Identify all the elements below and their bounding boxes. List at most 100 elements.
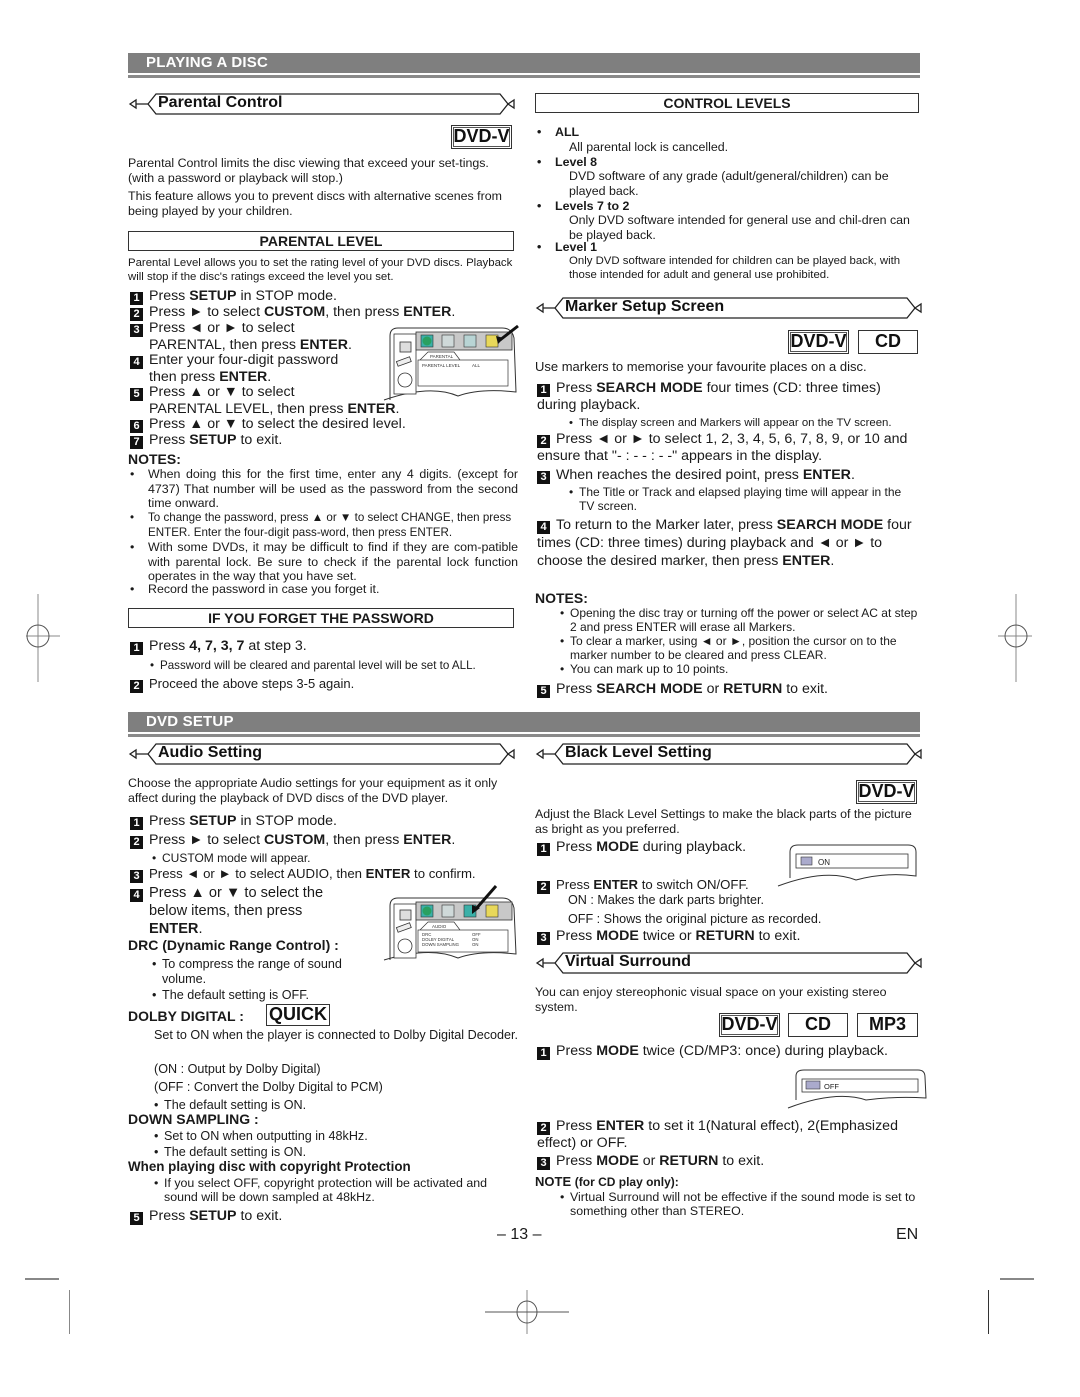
marker-step-3-note: The Title or Track and elapsed playing t… bbox=[569, 485, 914, 513]
virtual-surround-step-3: 3 Press MODE or RETURN to exit. bbox=[537, 1153, 922, 1170]
marker-step-1-note: The display screen and Markers will appe… bbox=[569, 416, 929, 430]
marker-note: Opening the disc tray or turning off the… bbox=[560, 606, 920, 634]
heading-text: Parental Control bbox=[158, 94, 283, 111]
osd-audio-menu: AUDIO DRC OFF DOLBY DIGITAL ON DOWN SAMP… bbox=[380, 882, 520, 962]
heading-black-level: Black Level Setting bbox=[535, 742, 923, 766]
badge-dvd-v: DVD-V bbox=[856, 780, 917, 804]
control-levels-list: ALL All parental lock is cancelled. Leve… bbox=[535, 125, 920, 287]
black-level-intro: Adjust the Black Level Settings to make … bbox=[535, 807, 912, 836]
parental-step-6: 6 Press ▲ or ▼ to select the desired leve… bbox=[130, 416, 520, 433]
osd-tab-label: AUDIO bbox=[432, 924, 447, 929]
parental-note: With some DVDs, it may be difficult to f… bbox=[128, 540, 518, 584]
marker-step-2: 2 Press ◄ or ► to select 1, 2, 3, 4, 5, 6… bbox=[537, 431, 908, 464]
heading-dolby-digital: DOLBY DIGITAL : bbox=[128, 1008, 244, 1024]
parental-note: Record the password in case you forget i… bbox=[128, 582, 518, 597]
osd-parental-menu: PARENTAL PARENTAL LEVEL ALL bbox=[380, 322, 520, 402]
black-level-on-desc: ON : Makes the dark parts brighter. bbox=[568, 893, 764, 907]
notes-heading: NOTES: bbox=[535, 590, 588, 606]
registration-mark-left bbox=[22, 592, 62, 684]
control-level-item: ALL All parental lock is cancelled. bbox=[535, 125, 920, 155]
crop-mark bbox=[25, 1278, 59, 1280]
osd-tab-label: PARENTAL bbox=[430, 354, 454, 359]
badge-dvd-v: DVD-V bbox=[451, 125, 512, 149]
osd-black-level-value: ON bbox=[818, 858, 830, 867]
marker-step-3: 3 When reaches the desired point, press E… bbox=[537, 467, 917, 484]
notes-heading: NOTES: bbox=[128, 451, 181, 467]
black-level-step-2: 2 Press ENTER to switch ON/OFF. bbox=[537, 877, 917, 894]
osd-virtual-surround: OFF bbox=[786, 1068, 928, 1110]
audio-step-4: 4 Press ▲ or ▼ to select the below items, … bbox=[130, 884, 380, 938]
black-level-off-desc: OFF : Shows the original picture as reco… bbox=[568, 912, 822, 926]
page-number: – 13 – bbox=[497, 1226, 542, 1243]
audio-step-2-note: CUSTOM mode will appear. bbox=[152, 851, 512, 865]
down-sampling-note: Set to ON when outputting in 48kHz. bbox=[154, 1129, 520, 1143]
language-label: EN bbox=[896, 1226, 919, 1243]
badge-dvd-v: DVD-V bbox=[719, 1013, 780, 1037]
registration-mark-bottom bbox=[482, 1290, 572, 1336]
heading-text: Virtual Surround bbox=[565, 953, 691, 970]
heading-audio-setting: Audio Setting bbox=[128, 742, 516, 766]
heading-text: Marker Setup Screen bbox=[565, 298, 725, 315]
marker-step-1: 1 Press SEARCH MODE four times (CD: three… bbox=[537, 380, 881, 413]
osd-row-value: ON bbox=[472, 942, 478, 947]
drc-note: To compress the range of sound volume. bbox=[152, 957, 372, 986]
badge-cd: CD bbox=[788, 1013, 848, 1037]
heading-down-sampling: DOWN SAMPLING : bbox=[128, 1111, 259, 1127]
parental-note: To change the password, press ▲ or ▼ to … bbox=[128, 511, 520, 540]
marker-step-4: 4 To return to the Marker later, press SE… bbox=[537, 517, 912, 569]
parental-note: When doing this for the first time, ente… bbox=[128, 467, 518, 511]
crop-mark bbox=[69, 1290, 70, 1334]
heading-forget-password: IF YOU FORGET THE PASSWORD bbox=[128, 608, 514, 628]
virtual-surround-intro: You can enjoy stereophonic visual space … bbox=[535, 985, 887, 1014]
forget-step-1-note: Password will be cleared and parental le… bbox=[150, 659, 520, 673]
heading-marker-setup: Marker Setup Screen bbox=[535, 296, 923, 320]
badge-cd: CD bbox=[858, 330, 918, 354]
copyright-note: If you select OFF, copyright protection … bbox=[154, 1176, 520, 1204]
badge-quick: QUICK bbox=[266, 1004, 330, 1026]
drc-note: The default setting is OFF. bbox=[152, 988, 372, 1002]
dolby-text: Set to ON when the player is connected t… bbox=[154, 1028, 519, 1042]
heading-copyright-protection: When playing disc with copyright Protect… bbox=[128, 1159, 411, 1174]
section-title: PLAYING A DISC bbox=[146, 54, 268, 71]
crop-mark bbox=[988, 1290, 989, 1334]
badge-dvd-v: DVD-V bbox=[788, 330, 849, 354]
audio-intro: Choose the appropriate Audio settings fo… bbox=[128, 776, 498, 805]
parental-intro-1: Parental Control limits the disc viewing… bbox=[128, 156, 489, 185]
audio-step-5: 5 Press SETUP to exit. bbox=[130, 1208, 520, 1225]
marker-step-5: 5 Press SEARCH MODE or RETURN to exit. bbox=[537, 681, 917, 698]
dolby-on: (ON : Output by Dolby Digital) bbox=[154, 1062, 321, 1076]
crop-mark bbox=[1000, 1278, 1034, 1280]
section-bar-dvd-setup: DVD SETUP bbox=[128, 712, 920, 737]
parental-step-2: 2 Press ► to select CUSTOM, then press EN… bbox=[130, 304, 520, 321]
dolby-off: (OFF : Convert the Dolby Digital to PCM) bbox=[154, 1080, 383, 1094]
black-level-step-1: 1 Press MODE during playback. bbox=[537, 839, 787, 856]
osd-row-label: DOWN SAMPLING bbox=[422, 942, 460, 947]
heading-text: Black Level Setting bbox=[565, 744, 712, 761]
audio-step-2: 2 Press ► to select CUSTOM, then press EN… bbox=[130, 832, 520, 849]
audio-step-3: 3 Press ◄ or ► to select AUDIO, then ENTE… bbox=[130, 866, 520, 883]
parental-intro-2: This feature allows you to prevent discs… bbox=[128, 189, 502, 218]
heading-parental-control: Parental Control bbox=[128, 92, 516, 116]
dolby-default: The default setting is ON. bbox=[154, 1098, 520, 1112]
virtual-surround-note: Virtual Surround will not be effective i… bbox=[560, 1190, 920, 1218]
osd-row-label: PARENTAL LEVEL bbox=[422, 363, 461, 368]
marker-intro: Use markers to memorise your favourite p… bbox=[535, 359, 867, 374]
forget-step-2: 2 Proceed the above steps 3-5 again. bbox=[130, 676, 520, 693]
marker-note: You can mark up to 10 points. bbox=[560, 662, 920, 676]
parental-step-1: 1 Press SETUP in STOP mode. bbox=[130, 288, 520, 305]
marker-note: To clear a marker, using ◄ or ►, positio… bbox=[560, 634, 920, 662]
osd-virtual-surround-value: OFF bbox=[824, 1082, 839, 1091]
parental-level-text: Parental Level allows you to set the rat… bbox=[128, 257, 513, 283]
section-title: DVD SETUP bbox=[146, 713, 234, 730]
registration-mark-right bbox=[996, 592, 1036, 684]
heading-text: Audio Setting bbox=[158, 744, 262, 761]
virtual-surround-note-heading: NOTE (for CD play only): bbox=[535, 1174, 679, 1189]
osd-row-value: ALL bbox=[472, 363, 481, 368]
virtual-surround-step-2: 2 Press ENTER to set it 1(Natural effect)… bbox=[537, 1118, 898, 1151]
black-level-step-3: 3 Press MODE twice or RETURN to exit. bbox=[537, 928, 917, 945]
control-level-item: Levels 7 to 2 Only DVD software intended… bbox=[535, 199, 920, 243]
control-level-item: Level 1 Only DVD software intended for c… bbox=[535, 240, 920, 287]
forget-step-1: 1 Press 4, 7, 3, 7 at step 3. bbox=[130, 638, 520, 655]
section-bar-playing-a-disc: PLAYING A DISC bbox=[128, 53, 920, 78]
parental-step-3: 3 Press ◄ or ► to select PARENTAL, then pr… bbox=[130, 320, 390, 354]
